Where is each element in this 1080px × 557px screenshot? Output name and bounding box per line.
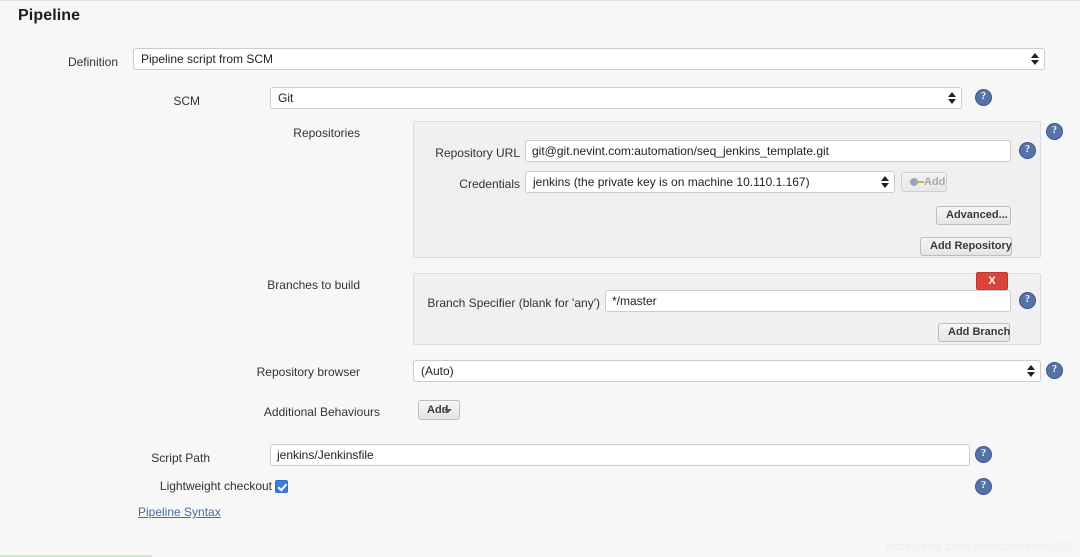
- lightweight-checkout-checkbox[interactable]: [275, 480, 288, 493]
- credentials-label: Credentials: [459, 177, 520, 191]
- script-path-help-icon[interactable]: ?: [975, 446, 992, 463]
- repository-browser-select[interactable]: (Auto): [413, 360, 1041, 382]
- definition-label: Definition: [67, 55, 118, 69]
- add-credentials-button[interactable]: Add: [901, 172, 947, 192]
- additional-behaviours-add-button[interactable]: Add: [418, 400, 460, 420]
- advanced-button[interactable]: Advanced...: [936, 206, 1011, 225]
- additional-behaviours-label: Additional Behaviours: [263, 405, 380, 419]
- repository-url-help-icon[interactable]: ?: [1019, 142, 1036, 159]
- branch-specifier-help-icon[interactable]: ?: [1019, 292, 1036, 309]
- repository-browser-help-icon[interactable]: ?: [1046, 362, 1063, 379]
- watermark-text: https://blog.csdn.net/liuchunming033: [886, 541, 1072, 553]
- add-repository-button[interactable]: Add Repository: [920, 237, 1012, 256]
- branch-specifier-label: Branch Specifier (blank for 'any'): [427, 296, 600, 310]
- definition-select-value: Pipeline script from SCM: [141, 52, 274, 66]
- chevron-updown-icon: [1027, 364, 1035, 378]
- add-branch-button[interactable]: Add Branch: [938, 323, 1010, 342]
- pipeline-config-page: Pipeline Definition Pipeline script from…: [0, 0, 1080, 557]
- repository-url-label: Repository URL: [435, 146, 520, 160]
- credentials-select-value: jenkins (the private key is on machine 1…: [533, 175, 810, 189]
- chevron-updown-icon: [881, 175, 889, 189]
- credentials-select[interactable]: jenkins (the private key is on machine 1…: [525, 171, 895, 193]
- chevron-down-icon: [444, 409, 452, 413]
- delete-branch-button[interactable]: X: [976, 272, 1008, 290]
- branch-specifier-input[interactable]: */master: [605, 290, 1011, 312]
- page-title: Pipeline: [18, 7, 81, 24]
- repositories-help-icon[interactable]: ?: [1046, 123, 1063, 140]
- add-credentials-label: Add: [924, 176, 946, 188]
- script-path-label: Script Path: [151, 451, 210, 465]
- chevron-updown-icon: [948, 91, 956, 105]
- script-path-input[interactable]: jenkins/Jenkinsfile: [270, 444, 970, 466]
- pipeline-syntax-link[interactable]: Pipeline Syntax: [138, 505, 221, 519]
- repository-browser-value: (Auto): [421, 364, 454, 378]
- branches-to-build-label: Branches to build: [267, 278, 360, 292]
- scm-select[interactable]: Git: [270, 87, 962, 109]
- scm-select-value: Git: [278, 91, 294, 105]
- repository-browser-label: Repository browser: [256, 365, 360, 379]
- scm-help-icon[interactable]: ?: [975, 89, 992, 106]
- chevron-updown-icon: [1031, 52, 1039, 66]
- repositories-label: Repositories: [293, 126, 360, 140]
- definition-select[interactable]: Pipeline script from SCM: [133, 48, 1045, 70]
- key-icon: [910, 178, 924, 186]
- repository-url-input[interactable]: git@git.nevint.com:automation/seq_jenkin…: [525, 140, 1011, 162]
- scm-label: SCM: [173, 94, 200, 108]
- lightweight-checkout-label: Lightweight checkout: [159, 479, 272, 493]
- lightweight-checkout-help-icon[interactable]: ?: [975, 478, 992, 495]
